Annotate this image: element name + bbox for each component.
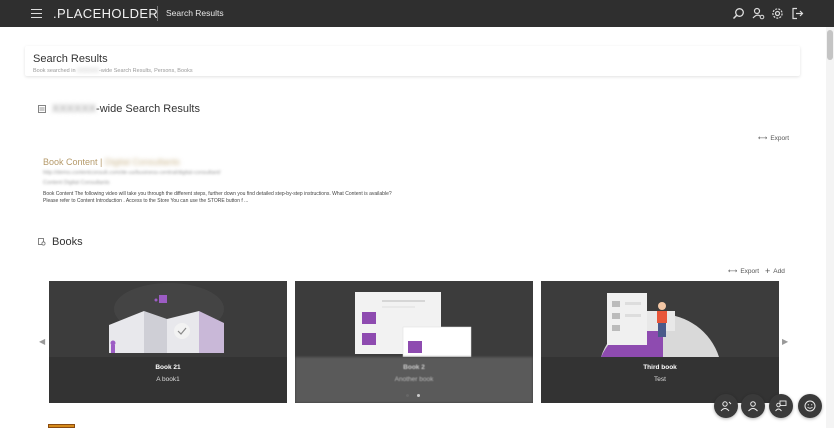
brand-divider — [157, 6, 158, 21]
menu-icon[interactable] — [31, 9, 42, 18]
book-illustration — [541, 281, 779, 357]
result-link[interactable]: Book Content | Digital Consultants — [43, 157, 180, 167]
book-illustration — [295, 281, 533, 357]
book-card[interactable]: Book 2 Another book — [295, 281, 533, 403]
scrollbar-thumb[interactable] — [827, 30, 833, 60]
user-settings-icon[interactable] — [752, 7, 765, 20]
carousel-next-icon[interactable]: ▶ — [782, 337, 788, 346]
app-header: .PLACEHOLDER Search Results — [0, 0, 834, 27]
add-book-label: Add — [773, 267, 785, 275]
book-title: Book 21 — [155, 364, 181, 371]
gear-icon[interactable] — [771, 7, 784, 20]
wide-results-suffix: -wide Search Results — [96, 103, 200, 115]
book-subtitle: Test — [654, 376, 666, 383]
books-title: Books — [52, 236, 83, 248]
brand-logo[interactable]: .PLACEHOLDER — [53, 6, 158, 21]
carousel-dot-active[interactable] — [406, 394, 409, 397]
export-button[interactable]: ⟷ Export — [758, 134, 790, 143]
result-snippet: Book Content The following video will ta… — [43, 191, 392, 204]
person-icon — [748, 401, 758, 412]
presenter-button[interactable] — [769, 394, 793, 418]
book-subtitle: Another book — [394, 376, 434, 383]
carousel-dot[interactable] — [417, 394, 420, 397]
wide-results-title: XXXXXX-wide Search Results — [52, 103, 200, 115]
books-export-button[interactable]: ⟷ Export — [728, 267, 760, 276]
result-path: Content Digital Consultants — [43, 180, 110, 186]
subtitle-suffix: -wide Search Results, Persons, Books — [99, 68, 193, 74]
carousel-prev-icon[interactable]: ◀ — [39, 337, 45, 346]
book-card[interactable]: Book 21 A book1 — [49, 281, 287, 403]
book-illustration — [49, 281, 287, 357]
result-title-redacted: Digital Consultants — [104, 157, 180, 167]
next-section-thumbnail — [48, 424, 75, 428]
book-card[interactable]: Third book Test — [541, 281, 779, 403]
presenter-icon — [775, 400, 787, 412]
subtitle-redacted: XXXXXX — [77, 68, 100, 74]
result-url[interactable]: http://demo.contentconsult.com/de-us/bus… — [43, 170, 221, 176]
export-icon: ⟷ — [758, 135, 768, 142]
search-results-header: Search Results Book searched in XXXXXX-w… — [25, 46, 800, 76]
book-subtitle: A book1 — [156, 376, 180, 383]
book-title: Book 2 — [403, 364, 425, 371]
person-button[interactable] — [741, 394, 765, 418]
wide-results-redacted: XXXXXX — [52, 103, 97, 115]
subtitle-prefix: Book searched in — [33, 68, 76, 74]
page-title: Search Results — [33, 53, 108, 65]
agent-button[interactable] — [714, 394, 738, 418]
breadcrumb: Search Results — [166, 8, 224, 18]
export-icon: ⟷ — [728, 268, 738, 275]
logout-icon[interactable] — [791, 7, 804, 20]
scrollbar-track[interactable] — [826, 27, 834, 428]
add-book-button[interactable]: + Add — [765, 266, 785, 276]
book-search-icon — [38, 238, 46, 246]
agent-icon — [720, 401, 732, 412]
book-title: Third book — [643, 364, 677, 371]
page-subtitle: Book searched in XXXXXX-wide Search Resu… — [33, 68, 193, 74]
search-icon[interactable] — [732, 7, 745, 20]
plus-icon: + — [765, 266, 771, 276]
smiley-icon — [804, 400, 816, 412]
list-icon — [38, 105, 46, 113]
feedback-button[interactable] — [798, 394, 822, 418]
export-label: Export — [770, 134, 790, 142]
result-title-text: Book Content | — [43, 157, 103, 167]
books-export-label: Export — [740, 267, 760, 275]
